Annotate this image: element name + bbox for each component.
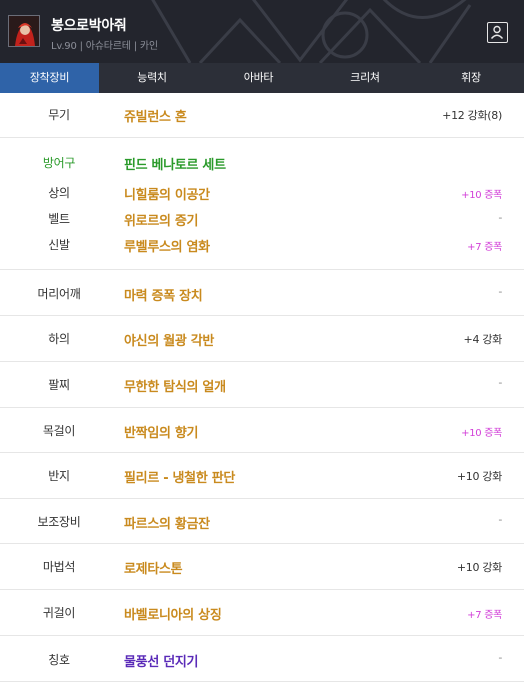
slot-label: 귀걸이 — [42, 606, 76, 620]
item-name[interactable]: 쥬빌런스 혼 — [124, 106, 187, 125]
enhance-value: - — [498, 513, 502, 526]
enhance-value: +10 강화 — [456, 470, 502, 483]
tab-stats[interactable]: 능력치 — [99, 63, 205, 93]
character-avatar[interactable] — [8, 15, 40, 47]
tab-equipment[interactable]: 장착장비 — [0, 63, 99, 93]
enhance-value: +4 강화 — [463, 333, 503, 346]
enhance-value: - — [498, 651, 502, 664]
enhance-value: - — [498, 285, 502, 298]
equipment-list: 무기 쥬빌런스 혼 +12 강화(8) 방어구 핀드 베나토르 세트 상의 니힐… — [0, 93, 524, 682]
tab-bar: 장착장비 능력치 아바타 크리쳐 휘장 — [0, 63, 524, 93]
item-name[interactable]: 필리르 - 냉철한 판단 — [124, 467, 235, 486]
slot-label: 칭호 — [48, 653, 70, 667]
enhance-value: +10 증폭 — [461, 190, 502, 201]
equipment-row-ring[interactable]: 반지 필리르 - 냉철한 판단 +10 강화 — [0, 453, 524, 499]
item-name[interactable]: 루벨루스의 염화 — [124, 236, 210, 255]
item-name[interactable]: 마력 증폭 장치 — [124, 285, 203, 304]
equipment-row-shoulder[interactable]: 머리어깨 마력 증폭 장치 - — [0, 270, 524, 316]
equipment-row-support[interactable]: 보조장비 파르스의 황금잔 - — [0, 499, 524, 544]
item-name[interactable]: 무한한 탐식의 얼개 — [124, 376, 226, 395]
equipment-row-pants[interactable]: 하의 야신의 월광 각반 +4 강화 — [0, 316, 524, 362]
equipment-row-title[interactable]: 칭호 물풍선 던지기 - — [0, 636, 524, 682]
profile-button[interactable] — [487, 22, 508, 43]
user-profile-icon — [490, 25, 504, 39]
enhance-value: +7 증폭 — [467, 242, 502, 253]
tab-avatar[interactable]: 아바타 — [205, 63, 312, 93]
equipment-row-weapon[interactable]: 무기 쥬빌런스 혼 +12 강화(8) — [0, 93, 524, 138]
item-name[interactable]: 야신의 월광 각반 — [124, 330, 214, 349]
enhance-value: +7 증폭 — [467, 610, 502, 621]
item-name[interactable]: 반짝임의 향기 — [124, 422, 198, 441]
enhance-value: - — [498, 376, 502, 389]
slot-label: 방어구 — [42, 156, 76, 170]
set-name[interactable]: 핀드 베나토르 세트 — [124, 154, 226, 173]
tab-insignia[interactable]: 휘장 — [418, 63, 524, 93]
equipment-row-earring[interactable]: 귀걸이 바벨로니아의 상징 +7 증폭 — [0, 590, 524, 636]
tab-creature[interactable]: 크리쳐 — [312, 63, 418, 93]
enhance-value: +12 강화(8) — [442, 109, 502, 122]
slot-label: 목걸이 — [42, 424, 76, 438]
slot-label: 무기 — [48, 108, 70, 122]
slot-label: 벨트 — [48, 212, 70, 226]
item-name[interactable]: 니힐룸의 이공간 — [124, 184, 210, 203]
character-portrait-icon — [9, 16, 39, 46]
item-name[interactable]: 로제타스톤 — [124, 558, 183, 577]
slot-label: 하의 — [48, 332, 70, 346]
slot-label: 마법석 — [42, 560, 76, 574]
item-name[interactable]: 파르스의 황금잔 — [124, 513, 210, 532]
slot-label: 반지 — [48, 469, 70, 483]
item-name[interactable]: 바벨로니아의 상징 — [124, 604, 222, 623]
enhance-value: +10 강화 — [456, 561, 502, 574]
enhance-value: +10 증폭 — [461, 428, 502, 439]
slot-label: 보조장비 — [37, 515, 81, 529]
slot-label: 팔찌 — [48, 378, 70, 392]
slot-label: 상의 — [48, 186, 70, 200]
equipment-row-bracelet[interactable]: 팔찌 무한한 탐식의 얼개 - — [0, 362, 524, 408]
equipment-row-armor[interactable]: 방어구 핀드 베나토르 세트 상의 니힐룸의 이공간 +10 증폭 벨트 위로르… — [0, 138, 524, 270]
character-header: 봉으로박아줘 Lv.90 | 아슈타르테 | 카인 — [0, 0, 524, 63]
character-name: 봉으로박아줘 — [51, 18, 127, 34]
item-name[interactable]: 위로르의 증기 — [124, 210, 198, 229]
item-name[interactable]: 물풍선 던지기 — [124, 651, 198, 670]
enhance-value: - — [498, 211, 502, 224]
slot-label: 신발 — [48, 238, 70, 252]
slot-label: 머리어깨 — [37, 287, 81, 301]
equipment-row-magicstone[interactable]: 마법석 로제타스톤 +10 강화 — [0, 544, 524, 590]
equipment-row-necklace[interactable]: 목걸이 반짝임의 향기 +10 증폭 — [0, 408, 524, 453]
character-info: Lv.90 | 아슈타르테 | 카인 — [51, 41, 158, 52]
